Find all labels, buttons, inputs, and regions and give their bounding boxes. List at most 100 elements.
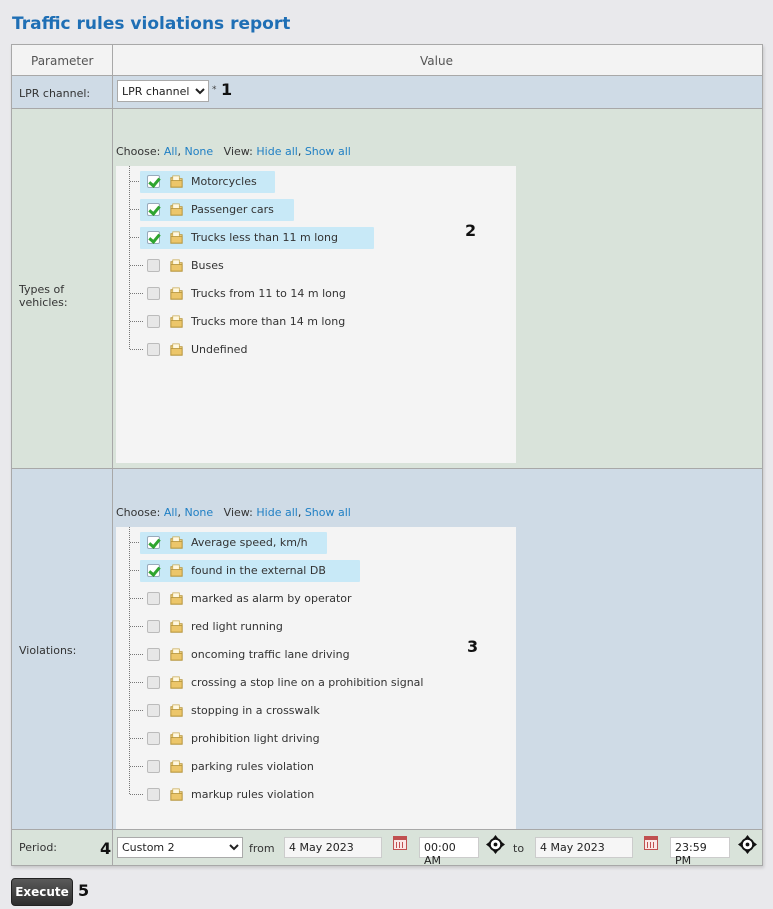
period-select[interactable]: Custom 2: [117, 837, 243, 858]
tree-item[interactable]: markup rules violation: [116, 784, 516, 804]
callout-4: 4: [100, 839, 112, 858]
folder-icon: [169, 591, 184, 606]
hide-all-link[interactable]: Hide all: [256, 506, 297, 519]
tree-item[interactable]: red light running: [116, 616, 516, 636]
folder-icon: [169, 759, 184, 774]
tree-item-label: parking rules violation: [191, 760, 314, 773]
tree-item[interactable]: Buses: [116, 255, 516, 275]
vehicle-types-row: Types of vehicles: Choose: All, None Vie…: [12, 109, 762, 469]
calendar-icon[interactable]: [644, 836, 658, 850]
tree-item[interactable]: Trucks less than 11 m long: [116, 227, 516, 249]
checkbox-icon[interactable]: [147, 760, 160, 773]
choose-none-link[interactable]: None: [184, 145, 213, 158]
crosshair-icon[interactable]: [486, 835, 505, 854]
violations-label: Violations:: [19, 644, 77, 657]
tree-item-label: stopping in a crosswalk: [191, 704, 320, 717]
tree-item-label: Average speed, km/h: [191, 536, 308, 549]
tree-item-label: red light running: [191, 620, 283, 633]
checkbox-icon[interactable]: [147, 620, 160, 633]
view-label: View:: [223, 145, 253, 158]
tree-branch-line: [130, 682, 143, 683]
tree-item-label: Trucks from 11 to 14 m long: [191, 287, 346, 300]
report-table: Parameter Value LPR channel: LPR channel…: [11, 44, 763, 867]
tree-item[interactable]: marked as alarm by operator: [116, 588, 516, 608]
tree-item[interactable]: Trucks more than 14 m long: [116, 311, 516, 331]
tree-item[interactable]: crossing a stop line on a prohibition si…: [116, 672, 516, 692]
tree-branch-line: [130, 321, 143, 322]
checkbox-icon[interactable]: [147, 343, 160, 356]
tree-item-label: marked as alarm by operator: [191, 592, 352, 605]
tree-item[interactable]: Undefined: [116, 339, 516, 359]
checkbox-icon[interactable]: [147, 676, 160, 689]
from-date-field[interactable]: 4 May 2023: [284, 837, 382, 858]
crosshair-icon[interactable]: [738, 835, 757, 854]
tree-branch-line: [130, 349, 143, 350]
checkbox-icon[interactable]: [147, 788, 160, 801]
from-label: from: [249, 842, 275, 855]
tree-item[interactable]: found in the external DB: [116, 560, 516, 582]
show-all-link[interactable]: Show all: [305, 506, 351, 519]
show-all-link[interactable]: Show all: [305, 145, 351, 158]
checkbox-icon[interactable]: [147, 175, 160, 188]
tree-item[interactable]: Average speed, km/h: [116, 532, 516, 554]
tree-item-label: crossing a stop line on a prohibition si…: [191, 676, 424, 689]
hide-all-link[interactable]: Hide all: [256, 145, 297, 158]
period-row: Period: 4 Custom 2 from 4 May 2023 00:00…: [12, 830, 762, 867]
folder-icon: [169, 314, 184, 329]
to-time-field[interactable]: 23:59 PM: [670, 837, 730, 867]
tree-item[interactable]: stopping in a crosswalk: [116, 700, 516, 720]
checkbox-icon[interactable]: [147, 203, 160, 216]
checkbox-icon[interactable]: [147, 231, 160, 244]
checkbox-icon[interactable]: [147, 287, 160, 300]
tree-item-label: prohibition light driving: [191, 732, 320, 745]
lpr-channel-select[interactable]: LPR channel 1: [117, 80, 209, 102]
checkbox-icon[interactable]: [147, 564, 160, 577]
tree-branch-line: [130, 626, 143, 627]
callout-1: 1: [221, 80, 233, 99]
to-date-field[interactable]: 4 May 2023: [535, 837, 633, 858]
calendar-icon[interactable]: [393, 836, 407, 850]
tree-item-label: found in the external DB: [191, 564, 326, 577]
tree-item-label: Passenger cars: [191, 203, 274, 216]
choose-all-link[interactable]: All: [164, 145, 178, 158]
lpr-channel-label: LPR channel:: [19, 87, 91, 100]
violations-choose-bar: Choose: All, None View: Hide all, Show a…: [116, 506, 351, 519]
choose-none-link[interactable]: None: [184, 506, 213, 519]
violations-tree: Average speed, km/h found in the external…: [116, 527, 516, 829]
period-value-cell: Custom 2 from 4 May 2023 00:00 AM to 4 M…: [113, 830, 762, 867]
value-header: Value: [420, 54, 453, 68]
violations-value-cell: Choose: All, None View: Hide all, Show a…: [113, 469, 762, 829]
tree-item[interactable]: parking rules violation: [116, 756, 516, 776]
parameter-header-cell: Parameter: [12, 45, 113, 75]
tree-item[interactable]: prohibition light driving: [116, 728, 516, 748]
tree-item[interactable]: oncoming traffic lane driving: [116, 644, 516, 664]
callout-5: 5: [78, 881, 90, 900]
checkbox-icon[interactable]: [147, 536, 160, 549]
folder-icon: [169, 230, 184, 245]
parameter-header: Parameter: [31, 54, 94, 68]
execute-button[interactable]: Execute: [11, 878, 73, 906]
tree-item[interactable]: Motorcycles: [116, 171, 516, 193]
period-param-cell: Period: 4: [12, 830, 113, 865]
tree-branch-line: [130, 293, 143, 294]
tree-item[interactable]: Trucks from 11 to 14 m long: [116, 283, 516, 303]
choose-label: Choose:: [116, 145, 161, 158]
tree-item-label: Motorcycles: [191, 175, 257, 188]
checkbox-icon[interactable]: [147, 648, 160, 661]
checkbox-icon[interactable]: [147, 259, 160, 272]
tree-item[interactable]: Passenger cars: [116, 199, 516, 221]
choose-all-link[interactable]: All: [164, 506, 178, 519]
checkbox-icon[interactable]: [147, 732, 160, 745]
folder-icon: [169, 703, 184, 718]
checkbox-icon[interactable]: [147, 704, 160, 717]
page-title: Traffic rules violations report: [12, 14, 291, 34]
vehicle-types-param-cell: Types of vehicles:: [12, 109, 113, 468]
tree-item-label: markup rules violation: [191, 788, 315, 801]
tree-branch-line: [130, 766, 143, 767]
tree-branch-line: [130, 265, 143, 266]
checkbox-icon[interactable]: [147, 315, 160, 328]
from-time-field[interactable]: 00:00 AM: [419, 837, 479, 867]
checkbox-icon[interactable]: [147, 592, 160, 605]
folder-icon: [169, 563, 184, 578]
tree-item-label: Trucks less than 11 m long: [191, 231, 338, 244]
